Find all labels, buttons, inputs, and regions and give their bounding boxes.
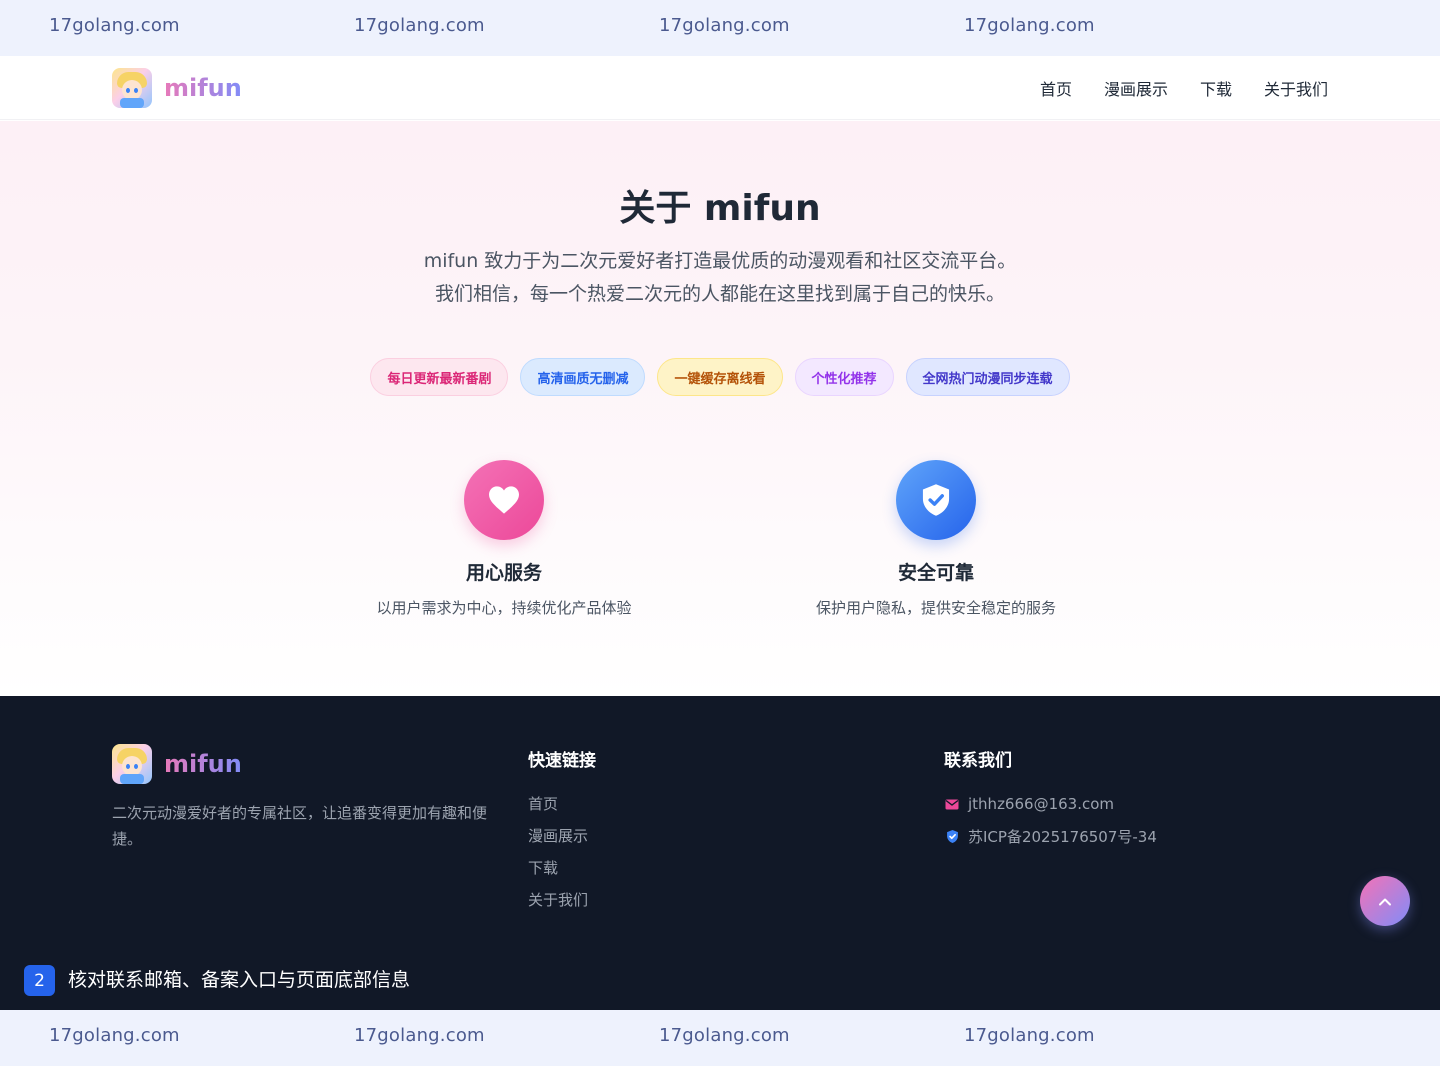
footer-link-comics[interactable]: 漫画展示	[528, 820, 588, 852]
contact-heading: 联系我们	[944, 751, 1012, 771]
footer-brand[interactable]: mifun	[112, 744, 242, 784]
contact-email: jthhz666@163.com	[968, 795, 1115, 813]
nav-link-about[interactable]: 关于我们	[1264, 76, 1328, 100]
watermark-bar-top: 17golang.com 17golang.com 17golang.com 1…	[0, 0, 1440, 56]
heart-icon	[464, 460, 544, 540]
tag-hd-quality: 高清画质无删减	[520, 358, 646, 396]
watermark-text: 17golang.com	[49, 1025, 180, 1046]
quick-links-heading: 快速链接	[528, 751, 596, 771]
about-section: 关于 mifun mifun 致力于为二次元爱好者打造最优质的动漫观看和社区交流…	[0, 121, 1440, 696]
contact-info: jthhz666@163.com 苏ICP备2025176507号-34	[944, 788, 1157, 852]
footer-link-about[interactable]: 关于我们	[528, 884, 588, 916]
nav-link-home[interactable]: 首页	[1040, 76, 1072, 100]
tag-offline-cache: 一键缓存离线看	[657, 358, 783, 396]
watermark-text: 17golang.com	[354, 1025, 485, 1046]
feature-tags: 每日更新最新番剧 高清画质无删减 一键缓存离线看 个性化推荐 全网热门动漫同步连…	[0, 358, 1440, 396]
icp-link-row[interactable]: 苏ICP备2025176507号-34	[944, 820, 1157, 852]
contact-email-row[interactable]: jthhz666@163.com	[944, 788, 1157, 820]
watermark-text: 17golang.com	[659, 15, 790, 36]
step-number-badge: 2	[24, 965, 55, 996]
watermark-text: 17golang.com	[964, 1025, 1095, 1046]
envelope-icon	[944, 796, 960, 812]
page-title: 关于 mifun	[619, 188, 821, 229]
nav-link-comics[interactable]: 漫画展示	[1104, 76, 1168, 100]
nav-link-download[interactable]: 下载	[1200, 76, 1232, 100]
footer-description: 二次元动漫爱好者的专属社区，让追番变得更加有趣和便捷。	[112, 804, 488, 848]
feature-desc: 以用户需求为中心，持续优化产品体验	[376, 599, 632, 617]
feature-card-security: 安全可靠 保护用户隐私，提供安全稳定的服务	[766, 460, 1106, 618]
feature-title: 用心服务	[465, 562, 542, 584]
shield-check-icon	[896, 460, 976, 540]
icp-record-link: 苏ICP备2025176507号-34	[968, 827, 1157, 846]
brand-logo-link[interactable]: mifun	[112, 68, 242, 108]
about-desc-line: 我们相信，每一个热爱二次元的人都能在这里找到属于自己的快乐。	[434, 283, 1005, 305]
main-nav: 首页 漫画展示 下载 关于我们	[1040, 56, 1328, 120]
tag-recommendation: 个性化推荐	[794, 358, 894, 396]
watermark-text: 17golang.com	[964, 15, 1095, 36]
chevron-up-icon	[1379, 898, 1391, 905]
feature-card-service: 用心服务 以用户需求为中心，持续优化产品体验	[334, 460, 674, 618]
footer: mifun 二次元动漫爱好者的专属社区，让追番变得更加有趣和便捷。 快速链接 首…	[0, 696, 1440, 1010]
feature-title: 安全可靠	[897, 562, 974, 584]
watermark-text: 17golang.com	[354, 15, 485, 36]
watermark-bar-bottom: 17golang.com 17golang.com 17golang.com 1…	[0, 1010, 1440, 1066]
shield-check-icon	[944, 828, 960, 844]
footer-link-download[interactable]: 下载	[528, 852, 588, 884]
about-description: mifun 致力于为二次元爱好者打造最优质的动漫观看和社区交流平台。 我们相信，…	[0, 245, 1440, 311]
watermark-text: 17golang.com	[49, 15, 180, 36]
footer-link-home[interactable]: 首页	[528, 788, 588, 820]
feature-desc: 保护用户隐私，提供安全稳定的服务	[815, 599, 1056, 617]
logo-avatar	[112, 68, 152, 108]
about-desc-line: mifun 致力于为二次元爱好者打造最优质的动漫观看和社区交流平台。	[423, 250, 1017, 272]
watermark-text: 17golang.com	[659, 1025, 790, 1046]
brand-name: mifun	[164, 74, 242, 102]
footer-brand-name: mifun	[164, 750, 242, 778]
quick-links: 首页 漫画展示 下载 关于我们	[528, 788, 588, 916]
navbar: mifun 首页 漫画展示 下载 关于我们	[0, 56, 1440, 120]
step-instruction: 核对联系邮箱、备案入口与页面底部信息	[68, 969, 411, 991]
tag-daily-update: 每日更新最新番剧	[370, 358, 509, 396]
tag-sync-serial: 全网热门动漫同步连载	[905, 358, 1070, 396]
back-to-top-button[interactable]	[1360, 876, 1410, 926]
footer-logo-avatar	[112, 744, 152, 784]
